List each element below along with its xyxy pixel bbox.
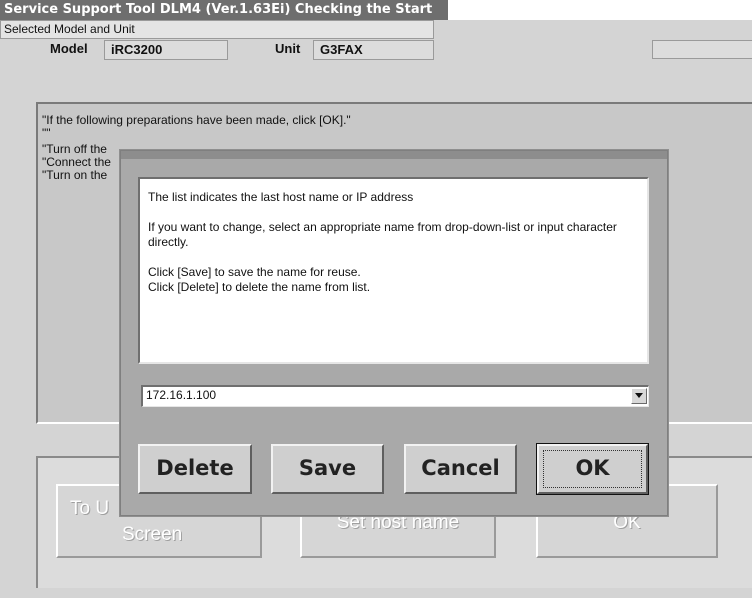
info-line-3: Click [Save] to save the name for reuse. [148, 265, 361, 279]
message-line: "Turn off the [42, 142, 107, 156]
host-name-dialog: The list indicates the last host name or… [120, 150, 668, 516]
info-line-4: Click [Delete] to delete the name from l… [148, 280, 371, 294]
to-screen-label-line1: To U [70, 498, 110, 519]
message-line: "If the following preparations have been… [42, 113, 351, 127]
to-screen-label-line2: Screen [122, 524, 183, 545]
status-field [652, 40, 752, 59]
message-line: "Turn on the [42, 168, 108, 182]
title-bar-remainder [448, 0, 752, 20]
model-label: Model [50, 41, 88, 56]
unit-value: G3FAX [313, 40, 434, 60]
dialog-title-strip [121, 151, 667, 159]
chevron-down-icon [635, 393, 643, 398]
ok-button[interactable]: OK [536, 443, 649, 495]
app-window: Service Support Tool DLM4 (Ver.1.63Ei) C… [0, 0, 752, 598]
dialog-info-box: The list indicates the last host name or… [138, 177, 649, 364]
message-line: "Connect the [42, 155, 111, 169]
window-title: Service Support Tool DLM4 (Ver.1.63Ei) C… [4, 2, 433, 17]
save-button[interactable]: Save [271, 444, 384, 494]
model-unit-row: Model iRC3200 Unit G3FAX [0, 39, 434, 61]
host-name-combobox[interactable]: 172.16.1.100 [141, 385, 649, 407]
selected-model-header: Selected Model and Unit [0, 20, 434, 39]
message-line: "" [42, 126, 51, 140]
model-value: iRC3200 [104, 40, 228, 60]
focus-rectangle [543, 450, 642, 488]
cancel-button[interactable]: Cancel [404, 444, 517, 494]
dropdown-button[interactable] [631, 388, 647, 404]
info-line-2: If you want to change, select an appropr… [148, 220, 617, 249]
info-line-1: The list indicates the last host name or… [148, 190, 414, 204]
host-name-value[interactable]: 172.16.1.100 [146, 388, 216, 402]
delete-button[interactable]: Delete [138, 444, 252, 494]
unit-label: Unit [275, 41, 301, 56]
